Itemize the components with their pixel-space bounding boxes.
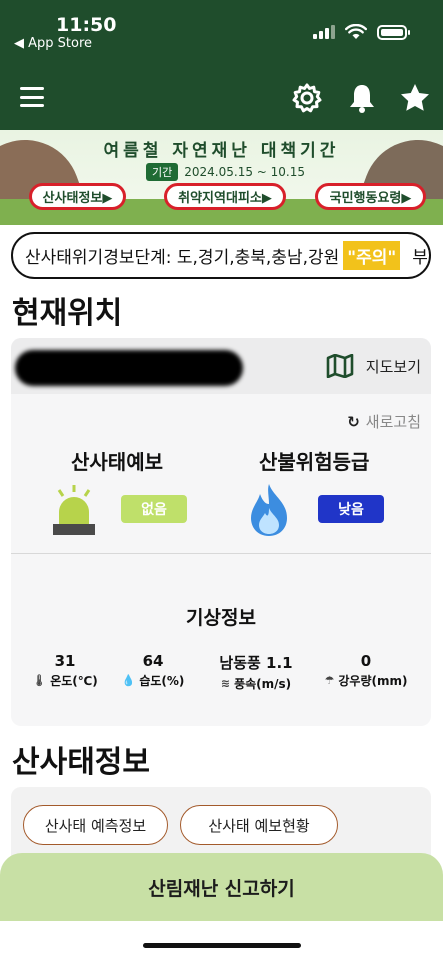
bell-icon[interactable] — [346, 82, 378, 114]
ticker-overflow: 부 — [412, 248, 428, 268]
fire-risk-badge: 낮음 — [318, 495, 384, 523]
warning-light-icon — [53, 485, 95, 535]
star-icon[interactable] — [399, 82, 431, 114]
battery-icon — [377, 24, 410, 40]
map-view-button[interactable]: 지도보기 — [326, 354, 421, 378]
current-location-card: 지도보기 ↻ 새로고침 산사태예보 산불위험등급 없음 낮음 기상정보 31 🌡… — [11, 338, 431, 726]
disaster-period-banner[interactable]: 여름철 자연재난 대책기간 기간 2024.05.15 ~ 10.15 산사태정… — [0, 130, 443, 225]
current-location-title: 현재위치 — [12, 296, 123, 331]
top-header: 11:50 ◀ App Store — [0, 0, 443, 130]
humidity-label: 습도(%) — [139, 674, 185, 688]
landslide-forecast-title: 산사태예보 — [71, 450, 163, 474]
ticker-text: 산사태위기경보단계: 도,경기,충북,충남,강원 — [25, 248, 340, 268]
landslide-forecast-status-button[interactable]: 산사태 예보현황 — [180, 805, 338, 845]
fire-icon — [251, 484, 287, 536]
back-to-app-store-link[interactable]: ◀ App Store — [14, 36, 92, 51]
card-divider — [11, 553, 431, 554]
rainfall-value: 0 — [360, 652, 372, 670]
status-icons — [313, 24, 410, 40]
weather-title: 기상정보 — [186, 607, 256, 629]
map-icon — [326, 354, 354, 378]
wind-icon: ≋ — [220, 677, 231, 690]
rainfall-label: 강우량(mm) — [338, 674, 408, 688]
temperature-item: 31 🌡 온도(℃) — [15, 652, 115, 689]
cellular-signal-icon — [313, 25, 335, 39]
rainfall-item: 0 ☂ 강우량(mm) — [311, 652, 421, 689]
banner-title: 여름철 자연재난 대책기간 — [103, 141, 340, 161]
shelter-link[interactable]: 취약지역대피소▶ — [164, 183, 286, 210]
period-text: 2024.05.15 ~ 10.15 — [184, 165, 305, 179]
humidity-value: 64 — [142, 652, 164, 670]
wind-item: 남동풍 1.1 ≋ 풍속(m/s) — [191, 652, 321, 692]
period-tag: 기간 — [146, 163, 179, 181]
rain-icon: ☂ — [324, 674, 335, 687]
refresh-icon: ↻ — [347, 412, 360, 431]
redacted-address — [15, 350, 243, 386]
refresh-button[interactable]: ↻ 새로고침 — [347, 411, 421, 432]
temperature-value: 31 — [54, 652, 76, 670]
wind-value: 남동풍 1.1 — [219, 654, 293, 672]
humidity-icon: 💧 — [121, 674, 136, 687]
home-indicator — [143, 943, 301, 948]
landslide-status-badge: 없음 — [121, 495, 187, 523]
alert-ticker[interactable]: 산사태위기경보단계: 도,경기,충북,충남,강원 "주의" 부 — [11, 232, 431, 279]
gear-icon[interactable] — [291, 82, 323, 114]
location-header: 지도보기 — [11, 338, 431, 394]
temperature-label: 온도(℃) — [50, 674, 98, 688]
landslide-prediction-button[interactable]: 산사태 예측정보 — [23, 805, 168, 845]
report-disaster-button[interactable]: 산림재난 신고하기 — [0, 853, 443, 921]
status-time: 11:50 — [56, 14, 117, 36]
banner-period: 기간 2024.05.15 ~ 10.15 — [146, 163, 305, 181]
menu-icon[interactable] — [20, 87, 44, 107]
thermometer-icon: 🌡 — [32, 674, 47, 687]
map-button-label: 지도보기 — [365, 357, 421, 376]
landslide-info-title: 산사태정보 — [12, 745, 150, 780]
wind-label: 풍속(m/s) — [234, 677, 292, 691]
landslide-info-link[interactable]: 산사태정보▶ — [29, 183, 126, 210]
action-guide-link[interactable]: 국민행동요령▶ — [315, 183, 426, 210]
humidity-item: 64 💧 습도(%) — [103, 652, 203, 689]
refresh-label: 새로고침 — [365, 413, 421, 431]
wifi-icon — [345, 24, 367, 39]
alert-level-badge: "주의" — [343, 241, 401, 270]
fire-risk-title: 산불위험등급 — [259, 450, 370, 474]
